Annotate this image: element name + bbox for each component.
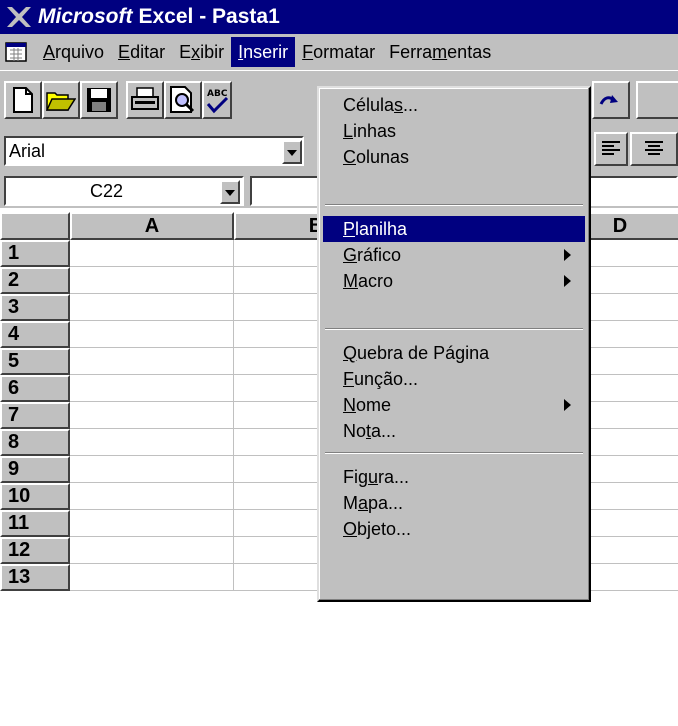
undo-partial-icon[interactable] xyxy=(636,81,678,119)
menu-item-planilha[interactable]: Planilha xyxy=(323,216,585,242)
cell[interactable] xyxy=(70,429,234,456)
window-title: Excel - Pasta1 xyxy=(138,5,280,28)
row-header-6[interactable]: 6 xyxy=(0,375,70,402)
cell[interactable] xyxy=(70,240,234,267)
submenu-arrow-icon xyxy=(564,275,571,287)
spelling-icon[interactable]: ABC xyxy=(202,81,232,119)
menu-bar: Arquivo Editar Exibir Inserir Formatar Ferram… xyxy=(0,34,678,70)
title-bar: Microsoft Excel - Pasta1 xyxy=(0,0,678,34)
align-left-icon[interactable] xyxy=(594,132,628,166)
menu-formatar[interactable]: Formatar xyxy=(295,37,382,67)
cell[interactable] xyxy=(70,483,234,510)
menu-item-macro[interactable]: Macro xyxy=(323,268,585,294)
menu-separator xyxy=(325,204,583,206)
title-brand: Microsoft xyxy=(38,5,133,28)
row-header-11[interactable]: 11 xyxy=(0,510,70,537)
row-header-10[interactable]: 10 xyxy=(0,483,70,510)
submenu-arrow-icon xyxy=(564,249,571,261)
svg-text:ABC: ABC xyxy=(207,89,228,99)
cell[interactable] xyxy=(70,456,234,483)
excel-logo-icon xyxy=(4,4,34,30)
menu-item-mapa[interactable]: Mapa... xyxy=(323,490,585,516)
workbook-icon[interactable] xyxy=(4,40,30,64)
cell[interactable] xyxy=(70,348,234,375)
name-box[interactable]: C22 xyxy=(4,176,244,206)
cell[interactable] xyxy=(70,402,234,429)
select-all-corner[interactable] xyxy=(0,212,70,240)
menu-separator xyxy=(325,452,583,454)
save-icon[interactable] xyxy=(80,81,118,119)
row-header-8[interactable]: 8 xyxy=(0,429,70,456)
row-header-4[interactable]: 4 xyxy=(0,321,70,348)
print-preview-icon[interactable] xyxy=(164,81,202,119)
cell[interactable] xyxy=(70,564,234,591)
cell[interactable] xyxy=(70,321,234,348)
row-header-5[interactable]: 5 xyxy=(0,348,70,375)
menu-item-nome[interactable]: Nome xyxy=(323,392,585,418)
cell[interactable] xyxy=(70,510,234,537)
row-header-2[interactable]: 2 xyxy=(0,267,70,294)
submenu-arrow-icon xyxy=(564,399,571,411)
menu-item-figura[interactable]: Figura... xyxy=(323,464,585,490)
menu-item-colunas[interactable]: Colunas xyxy=(323,144,585,170)
new-file-icon[interactable] xyxy=(4,81,42,119)
redo-icon[interactable] xyxy=(592,81,630,119)
menu-ferramentas[interactable]: Ferramentas xyxy=(382,37,498,67)
menu-arquivo[interactable]: Arquivo xyxy=(36,37,111,67)
font-dropdown-button[interactable] xyxy=(282,140,302,164)
column-header-a[interactable]: A xyxy=(70,212,234,240)
menu-item-objeto[interactable]: Objeto... xyxy=(323,516,585,542)
row-header-12[interactable]: 12 xyxy=(0,537,70,564)
align-center-icon[interactable] xyxy=(630,132,678,166)
menu-separator xyxy=(325,328,583,330)
row-header-13[interactable]: 13 xyxy=(0,564,70,591)
cell[interactable] xyxy=(70,375,234,402)
row-header-9[interactable]: 9 xyxy=(0,456,70,483)
cell[interactable] xyxy=(70,537,234,564)
menu-item-células[interactable]: Células... xyxy=(323,92,585,118)
row-header-1[interactable]: 1 xyxy=(0,240,70,267)
row-header-3[interactable]: 3 xyxy=(0,294,70,321)
font-name-field[interactable]: Arial xyxy=(4,136,304,166)
open-folder-icon[interactable] xyxy=(42,81,80,119)
menu-item-função[interactable]: Função... xyxy=(323,366,585,392)
cell[interactable] xyxy=(70,267,234,294)
menu-exibir[interactable]: Exibir xyxy=(172,37,231,67)
menu-item-gráfico[interactable]: Gráfico xyxy=(323,242,585,268)
row-header-7[interactable]: 7 xyxy=(0,402,70,429)
inserir-menu-dropdown: Células... Linhas Colunas Planilha Gráfico Ma… xyxy=(317,86,591,602)
name-box-dropdown-button[interactable] xyxy=(220,180,240,204)
print-icon[interactable] xyxy=(126,81,164,119)
menu-item-quebra-de-página[interactable]: Quebra de Página xyxy=(323,340,585,366)
menu-item-linhas[interactable]: Linhas xyxy=(323,118,585,144)
menu-editar[interactable]: Editar xyxy=(111,37,172,67)
cell[interactable] xyxy=(70,294,234,321)
menu-inserir[interactable]: Inserir xyxy=(231,37,296,67)
menu-item-nota[interactable]: Nota... xyxy=(323,418,585,444)
